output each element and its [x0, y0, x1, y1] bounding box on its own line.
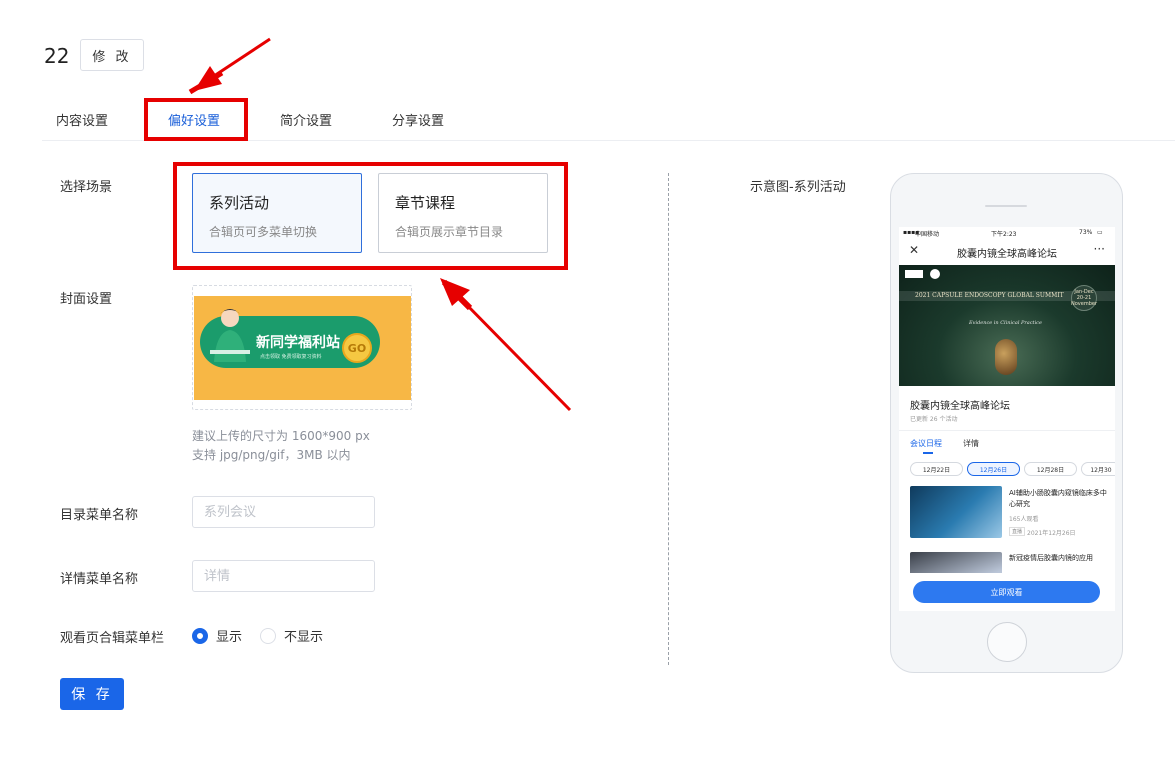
- mobile-tab-detail: 详情: [963, 439, 979, 448]
- watch-now-button: 立即观看: [913, 581, 1100, 603]
- battery-icon: ▭: [1097, 229, 1103, 236]
- cover-subtitle: 点击领取 免费领取复习资料: [260, 354, 322, 360]
- item-title: 新冠疫情后胶囊内镜的应用: [1009, 554, 1093, 562]
- date-chip: 12月30: [1081, 462, 1115, 476]
- hero-title: 2021 CAPSULE ENDOSCOPY GLOBAL SUMMIT: [915, 292, 1064, 299]
- date-chip: 12月22日: [910, 462, 963, 476]
- tab-content-settings[interactable]: 内容设置: [56, 110, 108, 129]
- date-chip: 12月28日: [1024, 462, 1077, 476]
- cover-hint-size: 建议上传的尺寸为 1600*900 px: [192, 429, 370, 443]
- watch-menu-label: 观看页合辑菜单栏: [60, 631, 165, 646]
- status-battery: 73%: [1079, 229, 1093, 236]
- annotation-box-tab: [144, 98, 248, 141]
- item-date: 2021年12月26日: [1027, 530, 1076, 537]
- tab-intro-settings[interactable]: 简介设置: [280, 110, 332, 129]
- mobile-page-meta: 已更新 26 个活动: [910, 416, 958, 423]
- item-title: AI辅助小肠胶囊内窥镜临床多中心研究: [1009, 489, 1107, 508]
- radio-hide[interactable]: 不显示: [260, 626, 323, 645]
- arrow-to-scene: [440, 278, 572, 412]
- radio-hide-label: 不显示: [284, 630, 324, 645]
- cover-image: 新同学福利站 点击领取 免费领取复习资料 GO: [194, 296, 411, 400]
- preview-label: 示意图-系列活动: [750, 180, 846, 195]
- radio-show[interactable]: 显示: [192, 626, 242, 645]
- mobile-tab-schedule: 会议日程: [910, 439, 942, 448]
- cover-go-badge: GO: [342, 333, 372, 363]
- radio-show-label: 显示: [216, 630, 243, 645]
- cover-hint-format: 支持 jpg/png/gif，3MB 以内: [192, 448, 351, 462]
- cover-title: 新同学福利站: [256, 335, 340, 351]
- scene-card-title: 章节课程: [395, 194, 456, 212]
- cover-label: 封面设置: [60, 292, 113, 307]
- radio-checked-icon: [192, 627, 208, 644]
- arrow-to-tab: [188, 37, 271, 95]
- item-live-tag: 直播: [1009, 527, 1026, 536]
- more-icon: ···: [1093, 242, 1105, 256]
- edit-button[interactable]: 修 改: [80, 39, 144, 71]
- radio-unchecked-icon: [260, 627, 276, 644]
- mobile-page-title: 胶囊内镜全球高峰论坛: [910, 401, 1010, 412]
- hero-logo: [905, 270, 923, 278]
- scene-card-chapter[interactable]: 章节课程 合辑页展示章节目录: [378, 173, 548, 253]
- item-thumbnail: [910, 486, 1002, 538]
- scene-card-title: 系列活动: [209, 194, 270, 212]
- catalog-menu-input[interactable]: [192, 496, 375, 528]
- catalog-menu-label: 目录菜单名称: [60, 508, 139, 523]
- capsule-image: [995, 339, 1017, 375]
- mobile-nav-title: 胶囊内镜全球高峰论坛: [957, 249, 1057, 260]
- scene-label: 选择场景: [60, 180, 113, 195]
- mobile-navbar: ✕ 胶囊内镜全球高峰论坛 ···: [899, 239, 1115, 263]
- status-time: 下午2:23: [991, 231, 1017, 238]
- mobile-hero-banner: 2021 CAPSULE ENDOSCOPY GLOBAL SUMMIT Jan…: [899, 265, 1115, 386]
- hero-logo-round: [930, 269, 940, 279]
- mobile-tab-underline: [923, 452, 933, 454]
- hero-date-badge: Jan-Dec 20-21 November: [1071, 285, 1097, 311]
- phone-home-button: [987, 622, 1027, 662]
- cover-person-illustration: [210, 309, 250, 362]
- phone-preview: ▪▪▪▪ 中国移动 下午2:23 73% ▭ ✕ 胶囊内镜全球高峰论坛 ··· …: [890, 173, 1123, 673]
- section-divider: [668, 173, 669, 665]
- date-chip-active: 12月26日: [967, 462, 1020, 476]
- save-button[interactable]: 保 存: [60, 678, 124, 710]
- cover-upload[interactable]: 新同学福利站 点击领取 免费领取复习资料 GO: [192, 285, 412, 410]
- page-title: 22: [44, 44, 70, 68]
- item-views: 165人观看: [1009, 516, 1039, 523]
- detail-menu-label: 详情菜单名称: [60, 572, 139, 587]
- scene-card-desc: 合辑页可多菜单切换: [209, 225, 318, 239]
- status-carrier: 中国移动: [915, 231, 940, 238]
- detail-menu-input[interactable]: [192, 560, 375, 592]
- mobile-tabs-divider: [899, 430, 1115, 431]
- status-bar: ▪▪▪▪ 中国移动 下午2:23 73% ▭: [899, 227, 1115, 239]
- tab-share-settings[interactable]: 分享设置: [392, 110, 444, 129]
- scene-card-series[interactable]: 系列活动 合辑页可多菜单切换: [192, 173, 362, 253]
- phone-screen: ▪▪▪▪ 中国移动 下午2:23 73% ▭ ✕ 胶囊内镜全球高峰论坛 ··· …: [899, 227, 1115, 611]
- scene-card-desc: 合辑页展示章节目录: [395, 225, 504, 239]
- hero-tagline: Evidence in Clinical Practice: [969, 320, 1042, 326]
- phone-speaker: [985, 205, 1027, 207]
